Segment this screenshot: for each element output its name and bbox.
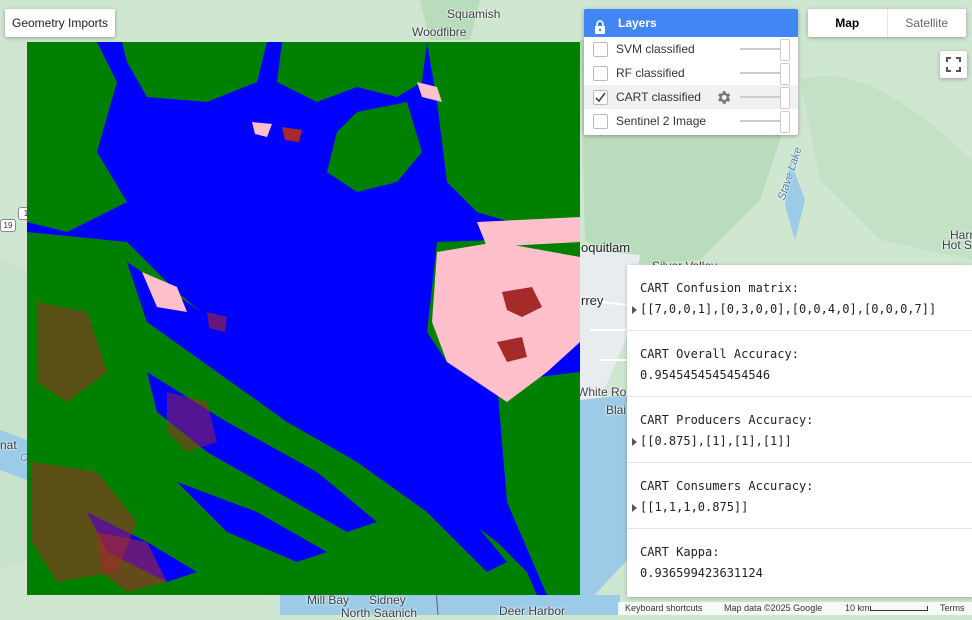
map-label-sidney: Sidney xyxy=(369,593,406,607)
slider-handle[interactable] xyxy=(780,111,790,133)
map-label-surrey: rrey xyxy=(581,293,604,308)
slider-handle[interactable] xyxy=(780,87,790,109)
class-urban-north-shore xyxy=(477,217,580,247)
layer-label-rf-classified: RF classified xyxy=(616,66,685,80)
expand-triangle-icon[interactable] xyxy=(632,504,637,512)
opacity-slider-svm-classified[interactable] xyxy=(740,39,790,61)
console-entry-kappa: CART Kappa: 0.936599423631124 xyxy=(627,529,972,596)
expand-triangle-icon[interactable] xyxy=(632,438,637,446)
fullscreen-icon xyxy=(946,57,961,72)
cart-classified-layer[interactable] xyxy=(27,42,580,595)
layer-checkbox-sentinel-2-image[interactable] xyxy=(593,114,608,129)
layer-row-rf-classified[interactable]: RF classified xyxy=(584,61,798,85)
layer-checkbox-cart-classified[interactable] xyxy=(593,90,608,105)
console-entry-value: 0.9545454545454546 xyxy=(640,368,771,382)
console-entry-value[interactable]: [[7,0,0,1],[0,3,0,0],[0,0,4,0],[0,0,0,7]… xyxy=(640,302,936,316)
geometry-imports-button[interactable]: Geometry Imports xyxy=(5,9,115,37)
layer-label-sentinel-2-image: Sentinel 2 Image xyxy=(616,114,707,128)
opacity-slider-cart-classified[interactable] xyxy=(740,87,790,109)
console-entry-label: CART Confusion matrix: xyxy=(640,281,799,295)
console-entry-label: CART Producers Accuracy: xyxy=(640,413,814,427)
map-label-coquitlam: oquitlam xyxy=(581,240,631,255)
layers-panel-header[interactable]: Layers xyxy=(584,9,798,37)
console-entry-value[interactable]: [[1,1,1,0.875]] xyxy=(640,500,748,514)
console-entry-label: CART Kappa: xyxy=(640,545,720,559)
console-entry-confusion-matrix: CART Confusion matrix: [[7,0,0,1],[0,3,0… xyxy=(627,265,972,331)
console-entry-value: 0.936599423631124 xyxy=(640,566,763,580)
console-entry-overall-accuracy: CART Overall Accuracy: 0.954545454545454… xyxy=(627,331,972,397)
layers-title: Layers xyxy=(618,16,657,30)
map-label-white-rock: White Roc xyxy=(577,385,633,399)
layer-row-svm-classified[interactable]: SVM classified xyxy=(584,37,798,61)
slider-handle[interactable] xyxy=(780,39,790,61)
map-label-mill-bay: Mill Bay xyxy=(307,593,350,607)
console-entry-value[interactable]: [[0.875],[1],[1],[1]] xyxy=(640,434,792,448)
console-output-panel: CART Confusion matrix: [[7,0,0,1],[0,3,0… xyxy=(627,265,972,597)
map-type-map-button[interactable]: Map xyxy=(808,9,888,37)
map-type-satellite-button[interactable]: Satellite xyxy=(888,9,967,37)
map-label-woodfibre: Woodfibre xyxy=(412,25,467,39)
fullscreen-button[interactable] xyxy=(940,51,967,78)
map-data-attribution: Map data ©2025 Google xyxy=(724,603,823,613)
console-entry-label: CART Consumers Accuracy: xyxy=(640,479,814,493)
layer-label-svm-classified: SVM classified xyxy=(616,42,695,56)
map-label-nat: nat xyxy=(0,438,17,452)
scale-label[interactable]: 10 km xyxy=(845,602,870,615)
opacity-slider-rf-classified[interactable] xyxy=(740,63,790,85)
console-entry-consumers-accuracy: CART Consumers Accuracy: [[1,1,1,0.875]] xyxy=(627,463,972,529)
layers-panel: Layers SVM classified RF classified CART… xyxy=(584,9,798,135)
console-entry-label: CART Overall Accuracy: xyxy=(640,347,799,361)
keyboard-shortcuts-link[interactable]: Keyboard shortcuts xyxy=(625,602,703,615)
terms-link[interactable]: Terms xyxy=(940,602,965,615)
map-label-hot-springs: Hot S xyxy=(942,238,972,252)
map-type-control: Map Satellite xyxy=(808,9,966,37)
expand-triangle-icon[interactable] xyxy=(632,306,637,314)
map-label-blaine: Blai xyxy=(606,403,627,417)
console-entry-producers-accuracy: CART Producers Accuracy: [[0.875],[1],[1… xyxy=(627,397,972,463)
map-label-north-saanich: North Saanich xyxy=(341,606,418,620)
opacity-slider-sentinel-2-image[interactable] xyxy=(740,111,790,133)
layer-label-cart-classified: CART classified xyxy=(616,90,701,104)
slider-handle[interactable] xyxy=(780,63,790,85)
layer-checkbox-rf-classified[interactable] xyxy=(593,66,608,81)
layer-row-cart-classified[interactable]: CART classified xyxy=(584,85,798,109)
route-shield-19: 19 xyxy=(0,219,16,232)
map-label-squamish: Squamish xyxy=(447,7,501,21)
layer-checkbox-svm-classified[interactable] xyxy=(593,42,608,57)
map-label-deer-harbor: Deer Harbor xyxy=(499,604,566,618)
layer-row-sentinel-2-image[interactable]: Sentinel 2 Image xyxy=(584,109,798,133)
scale-bar[interactable] xyxy=(870,606,928,611)
